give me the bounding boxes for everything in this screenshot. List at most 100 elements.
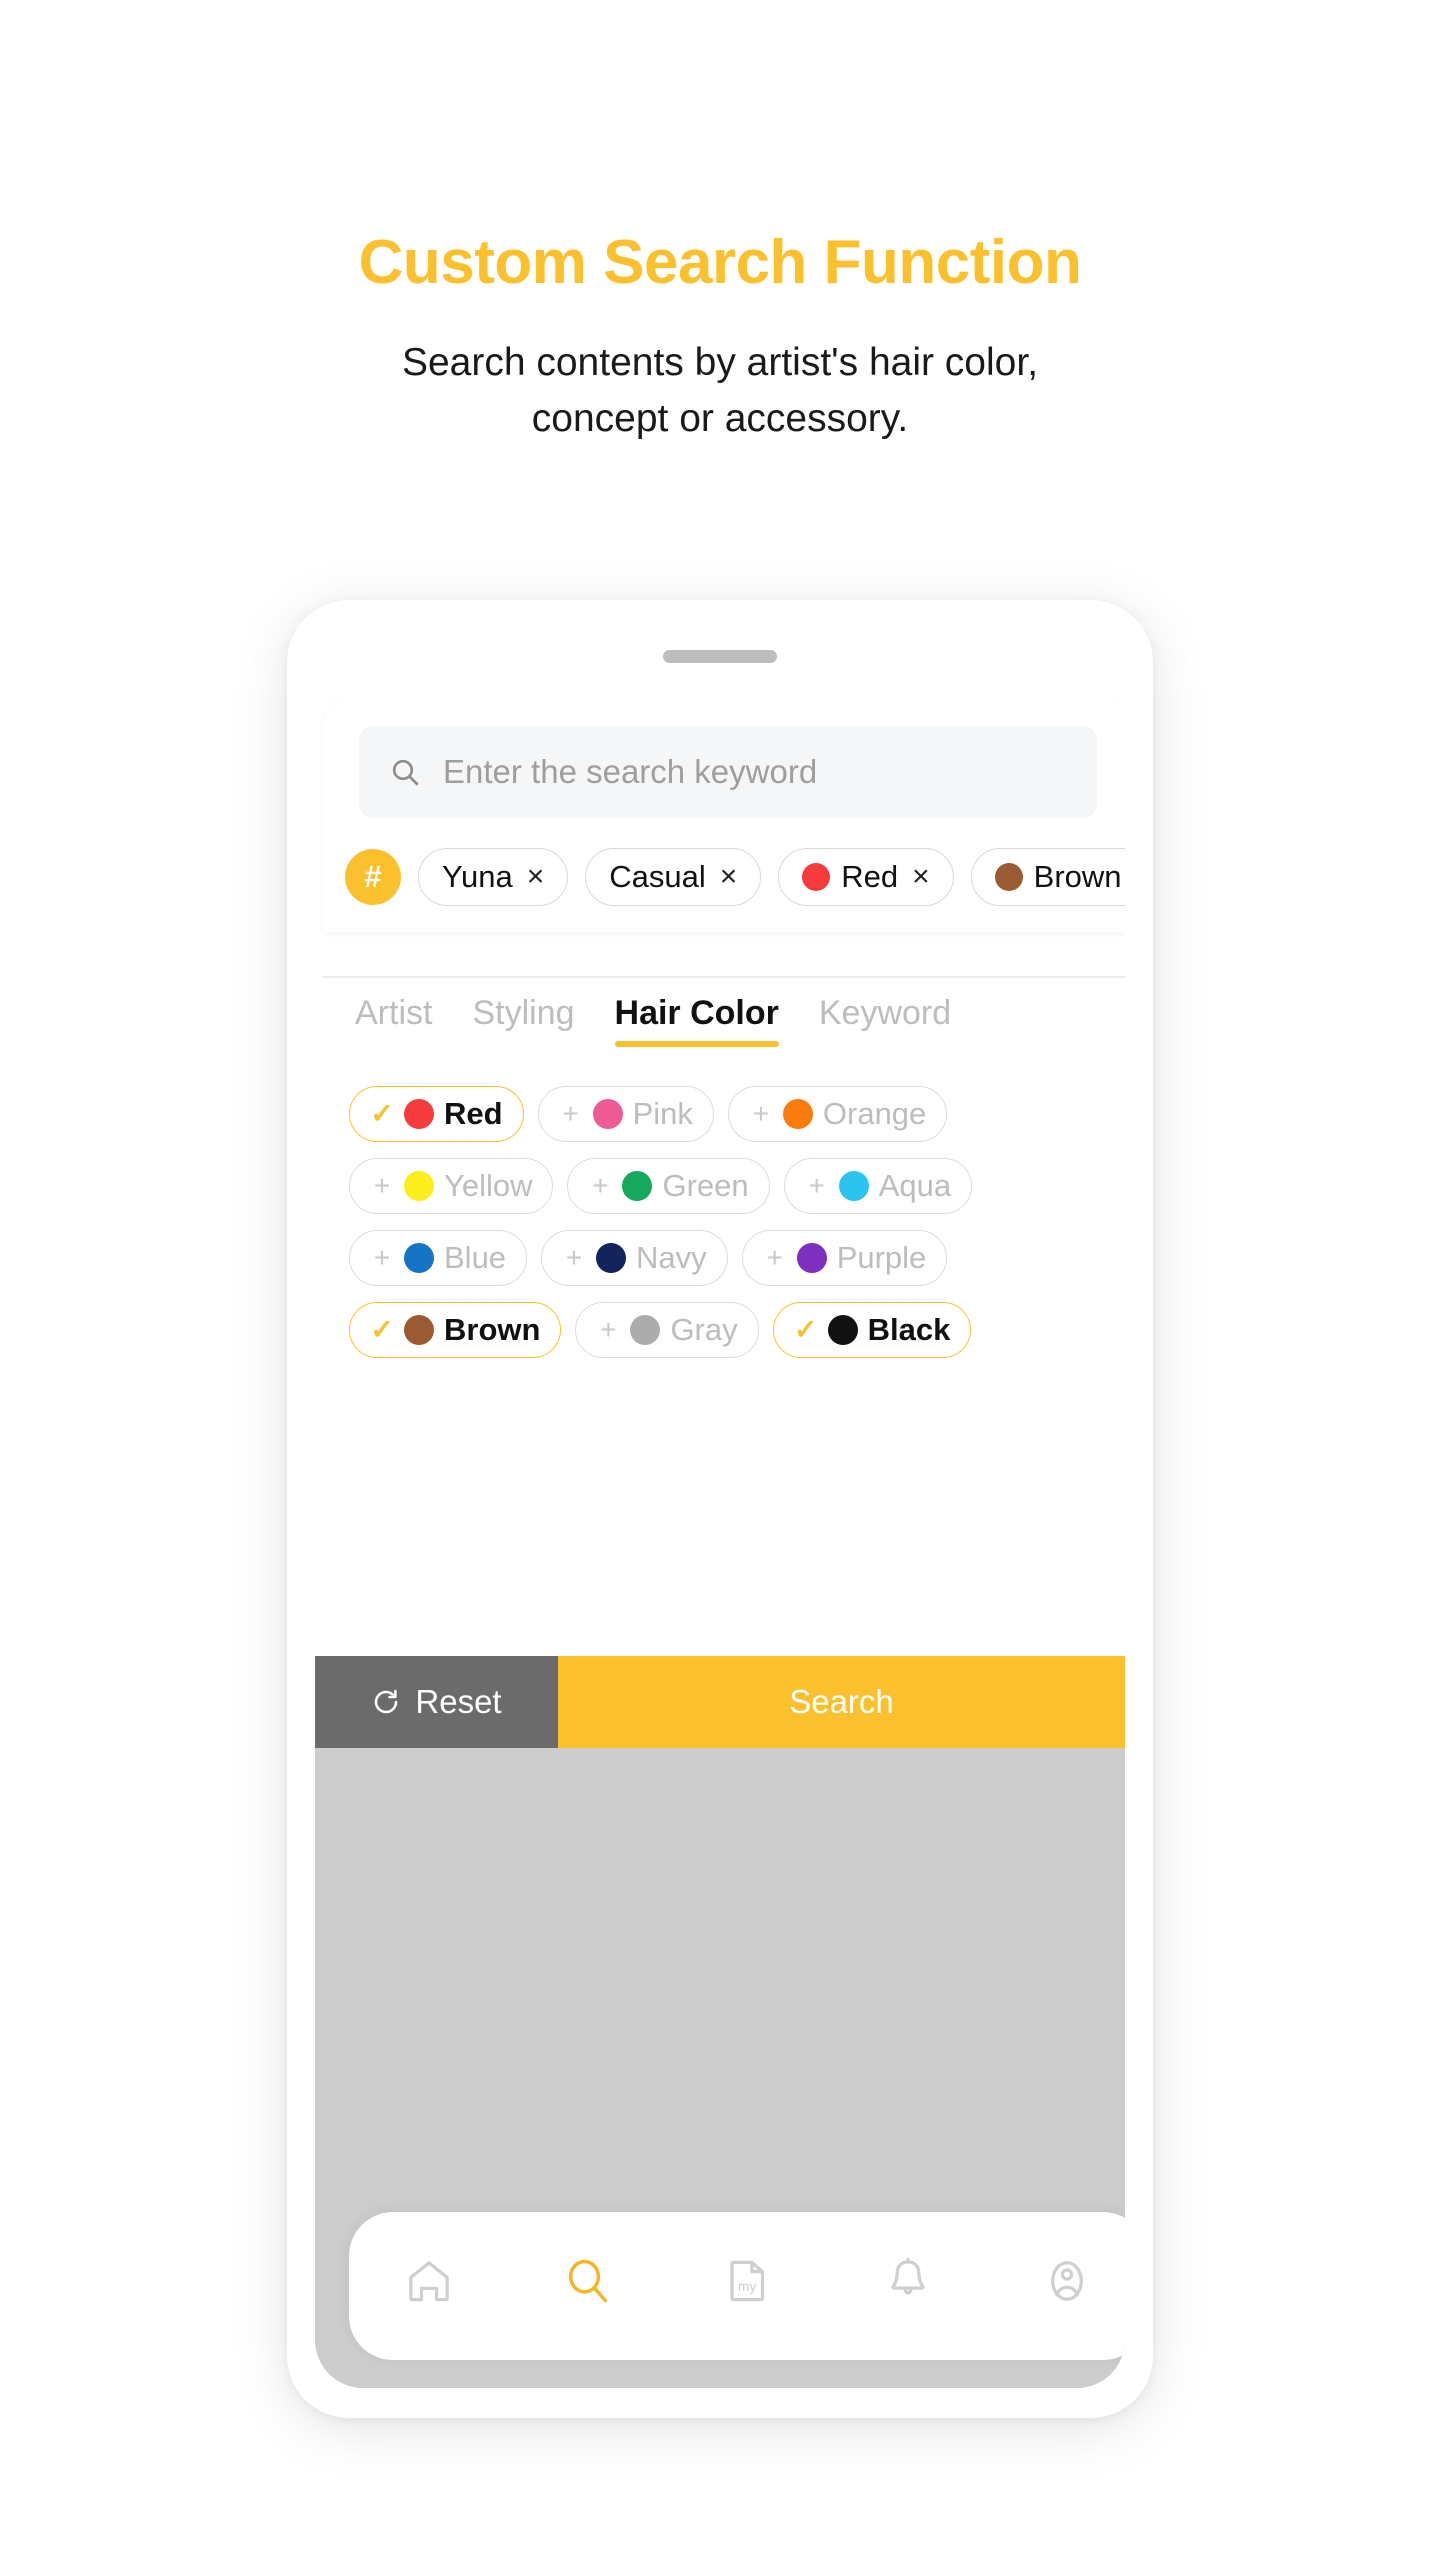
- color-option-label: Gray: [670, 1312, 738, 1347]
- tab-keyword[interactable]: Keyword: [819, 994, 951, 1047]
- color-option-label: Orange: [822, 1096, 927, 1131]
- plus-icon: +: [600, 1314, 617, 1345]
- color-option-label: Green: [662, 1168, 749, 1203]
- color-option-gray[interactable]: + Gray: [575, 1302, 759, 1358]
- color-option-brown[interactable]: ✓ Brown: [349, 1302, 562, 1358]
- search-card: Enter the search keyword # Yuna × Casual × R…: [323, 694, 1125, 932]
- color-option-pink[interactable]: + Pink: [537, 1086, 714, 1142]
- color-option-aqua[interactable]: + Aqua: [783, 1158, 973, 1214]
- color-swatch: [592, 1099, 623, 1129]
- filter-chip-label: Yuna: [442, 859, 513, 894]
- check-icon: ✓: [793, 1314, 818, 1345]
- filter-chip[interactable]: Casual ×: [585, 848, 762, 906]
- color-option-label: Purple: [836, 1240, 927, 1275]
- plus-icon: +: [808, 1170, 825, 1201]
- filter-chip-label: Red: [841, 859, 899, 894]
- page-subtitle-line1: Search contents by artist's hair color,: [401, 341, 1039, 385]
- color-swatch: [404, 1171, 434, 1201]
- filter-chip-remove-icon[interactable]: ×: [527, 860, 545, 894]
- color-swatch: [404, 1099, 434, 1129]
- hair-color-options: ✓ Red + Pink + Orange + Yellow + Green + Aqua + Blue +…: [323, 1086, 1125, 1358]
- color-option-green[interactable]: + Green: [567, 1158, 770, 1214]
- reset-label: Reset: [415, 1683, 502, 1720]
- filter-chip-label: Brown: [1033, 859, 1122, 894]
- page-subtitle: Search contents by artist's hair color, …: [0, 335, 1440, 446]
- color-swatch: [838, 1171, 869, 1201]
- color-swatch: [404, 1243, 434, 1273]
- hash-badge[interactable]: #: [345, 849, 401, 905]
- hero-block: Custom Search Function Search contents b…: [0, 0, 1440, 446]
- search-button[interactable]: Search: [558, 1656, 1125, 1748]
- plus-icon: +: [373, 1170, 391, 1201]
- search-icon: [569, 2259, 608, 2303]
- tab-styling[interactable]: Styling: [472, 994, 574, 1047]
- color-option-navy[interactable]: + Navy: [541, 1230, 728, 1286]
- color-option-label: Blue: [444, 1240, 507, 1275]
- color-option-label: Aqua: [878, 1168, 952, 1203]
- color-option-yellow[interactable]: + Yellow: [349, 1158, 554, 1214]
- color-option-label: Pink: [632, 1096, 693, 1131]
- color-option-orange[interactable]: + Orange: [727, 1086, 948, 1142]
- applied-filter-chips: # Yuna×Casual×Red×Brown×Black×: [323, 848, 1125, 906]
- nav-item-search[interactable]: [540, 2246, 636, 2316]
- color-option-label: Navy: [636, 1240, 707, 1275]
- color-swatch: [796, 1243, 827, 1273]
- tab-hair-color[interactable]: Hair Color: [614, 994, 780, 1047]
- color-swatch: [782, 1099, 813, 1129]
- page-subtitle-line2: concept or accessory.: [531, 396, 909, 440]
- color-option-label: Black: [867, 1312, 951, 1347]
- color-swatch: [622, 1171, 653, 1201]
- filter-chip[interactable]: Red ×: [778, 848, 954, 906]
- profile-icon: [1051, 2261, 1084, 2301]
- tab-artist[interactable]: Artist: [355, 994, 432, 1047]
- search-button-label: Search: [789, 1683, 894, 1720]
- color-option-label: Yellow: [444, 1168, 533, 1203]
- color-option-blue[interactable]: + Blue: [349, 1230, 528, 1286]
- color-option-purple[interactable]: + Purple: [741, 1230, 948, 1286]
- filter-chip[interactable]: Yuna ×: [418, 848, 569, 906]
- filter-chip-remove-icon[interactable]: ×: [912, 860, 930, 894]
- filter-chip-label: Casual: [609, 859, 706, 894]
- check-icon: ✓: [370, 1314, 394, 1345]
- search-input[interactable]: Enter the search keyword: [359, 726, 1097, 818]
- filter-chip-color-dot: [994, 863, 1023, 891]
- svg-text:my: my: [738, 2278, 757, 2294]
- nav-item-my[interactable]: my: [700, 2246, 796, 2316]
- card-divider: [323, 976, 1125, 978]
- filter-chip-color-dot: [802, 863, 831, 891]
- color-option-label: Brown: [444, 1312, 541, 1347]
- plus-icon: +: [766, 1242, 783, 1273]
- nav-item-profile[interactable]: [1019, 2246, 1115, 2316]
- search-placeholder: Enter the search keyword: [443, 753, 818, 790]
- plus-icon: +: [373, 1242, 391, 1273]
- home-icon: [408, 2261, 449, 2302]
- color-swatch: [596, 1243, 627, 1273]
- filter-chip[interactable]: Brown×: [970, 848, 1125, 906]
- nav-item-notifications[interactable]: [860, 2246, 956, 2316]
- plus-icon: +: [562, 1098, 579, 1129]
- color-swatch: [404, 1315, 434, 1345]
- reset-button[interactable]: Reset: [315, 1656, 558, 1748]
- color-option-red[interactable]: ✓ Red: [349, 1086, 524, 1142]
- color-swatch: [827, 1315, 858, 1345]
- search-icon: [392, 759, 419, 786]
- phone-screen: Enter the search keyword # Yuna × Casual × R…: [315, 694, 1125, 2388]
- plus-icon: +: [565, 1242, 583, 1273]
- refresh-icon: [375, 1689, 398, 1714]
- filter-tabs: Artist Styling Hair Color Keyword: [323, 994, 1125, 1047]
- color-swatch: [630, 1315, 661, 1345]
- color-option-label: Red: [444, 1096, 503, 1131]
- filter-chip-remove-icon[interactable]: ×: [720, 860, 738, 894]
- my-icon: my: [730, 2260, 765, 2302]
- phone-mockup: Enter the search keyword # Yuna × Casual × R…: [287, 600, 1153, 2418]
- check-icon: ✓: [370, 1098, 394, 1129]
- phone-speaker: [663, 650, 777, 663]
- color-option-black[interactable]: ✓ Black: [772, 1302, 972, 1358]
- action-bar: Reset Search: [315, 1656, 1125, 1748]
- bell-icon: [891, 2257, 925, 2295]
- plus-icon: +: [752, 1098, 770, 1129]
- nav-item-home[interactable]: [381, 2246, 477, 2316]
- bottom-navigation: my: [349, 2212, 1125, 2360]
- page-title: Custom Search Function: [358, 228, 1082, 297]
- plus-icon: +: [592, 1170, 609, 1201]
